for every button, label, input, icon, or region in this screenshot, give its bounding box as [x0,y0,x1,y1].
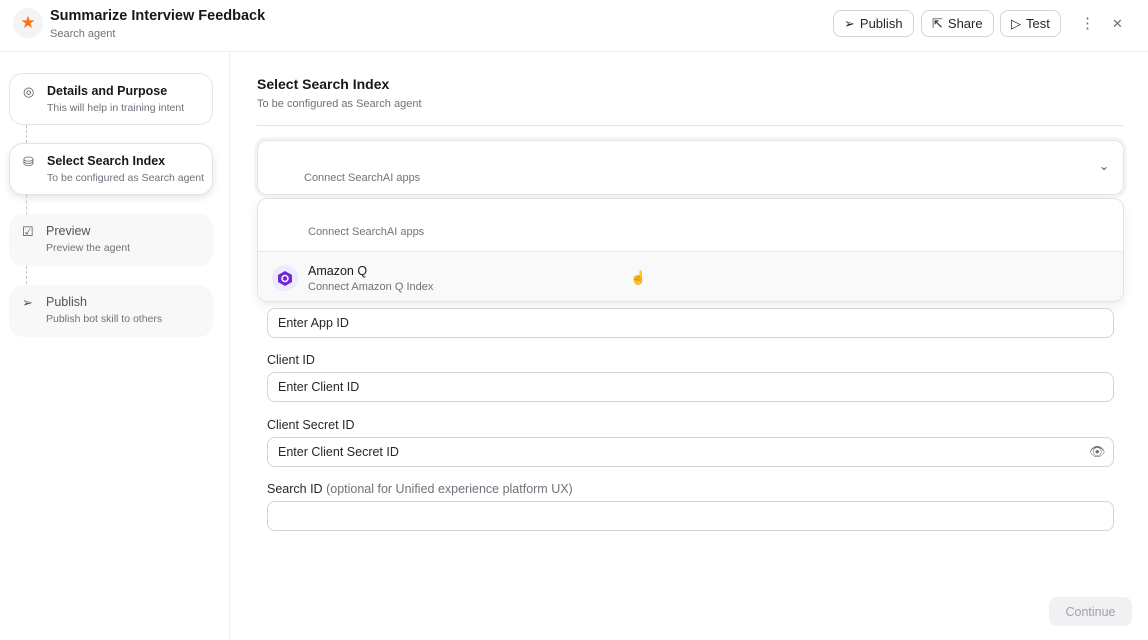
divider [257,125,1123,126]
step-desc: Preview the agent [46,242,206,254]
step-connector [26,195,27,215]
close-icon[interactable]: ✕ [1112,16,1123,32]
page-subtitle: Search agent [50,28,115,40]
search-id-hint: (optional for Unified experience platfor… [326,482,573,496]
hand-cursor-icon: ☝ [630,270,646,286]
client-id-input[interactable] [267,372,1114,402]
step-connector [26,266,27,284]
step-title: Preview [46,224,213,238]
select-desc: Connect SearchAI apps [304,172,420,184]
step-select-index[interactable]: ⛁ Select Search Index To be configured a… [9,143,213,195]
option-amazon-q[interactable]: Amazon Q Connect Amazon Q Index [258,251,1123,302]
index-dropdown-menu: Connect SearchAI apps Amazon Q Connect A… [257,198,1124,302]
publish-label: Publish [860,16,903,31]
database-icon: ⛁ [23,154,34,170]
step-title: Details and Purpose [47,84,212,98]
continue-button[interactable]: Continue [1049,597,1132,626]
page-title: Summarize Interview Feedback [50,8,265,24]
more-icon[interactable]: ⋮ [1080,14,1095,32]
publish-button[interactable]: ➢ Publish [833,10,914,37]
section-subtitle: To be configured as Search agent [257,98,422,110]
search-index-select[interactable]: Connect SearchAI apps ⌄ [257,140,1124,195]
amazon-q-icon [272,265,298,291]
step-preview[interactable]: ☑ Preview Preview the agent [9,214,213,266]
client-id-label: Client ID [267,353,315,367]
steps-sidebar: ◎ Details and Purpose This will help in … [0,53,230,640]
test-button[interactable]: ▷ Test [1000,10,1061,37]
client-secret-label: Client Secret ID [267,418,355,432]
step-title: Select Search Index [47,154,212,168]
target-icon: ◎ [23,84,34,100]
option-searchai[interactable]: Connect SearchAI apps [258,199,1123,251]
chevron-down-icon: ⌄ [1099,159,1109,173]
test-label: Test [1026,16,1050,31]
section-title: Select Search Index [257,76,389,92]
header: ★ Summarize Interview Feedback Search ag… [0,0,1148,52]
send-icon: ➢ [844,16,855,32]
step-publish[interactable]: ➢ Publish Publish bot skill to others [9,285,213,337]
search-id-input[interactable] [267,501,1114,531]
share-label: Share [948,16,983,31]
play-icon: ▷ [1011,16,1021,32]
option-desc: Connect SearchAI apps [308,226,424,238]
star-icon: ★ [13,8,43,38]
step-desc: This will help in training intent [47,102,207,114]
share-icon: ⇱ [932,16,943,32]
option-title: Amazon Q [308,264,367,278]
app-id-input[interactable] [267,308,1114,338]
option-desc: Connect Amazon Q Index [308,281,433,293]
step-title: Publish [46,295,213,309]
step-details[interactable]: ◎ Details and Purpose This will help in … [9,73,213,125]
step-desc: Publish bot skill to others [46,313,206,325]
search-id-label: Search ID (optional for Unified experien… [267,482,573,496]
share-button[interactable]: ⇱ Share [921,10,994,37]
search-id-label-text: Search ID [267,482,323,496]
client-secret-input[interactable] [267,437,1114,467]
step-connector [26,125,27,143]
send-icon: ➢ [22,295,33,311]
eye-icon[interactable]: 👁 [1089,444,1106,460]
step-desc: To be configured as Search agent [47,172,207,184]
clipboard-check-icon: ☑ [22,224,34,240]
